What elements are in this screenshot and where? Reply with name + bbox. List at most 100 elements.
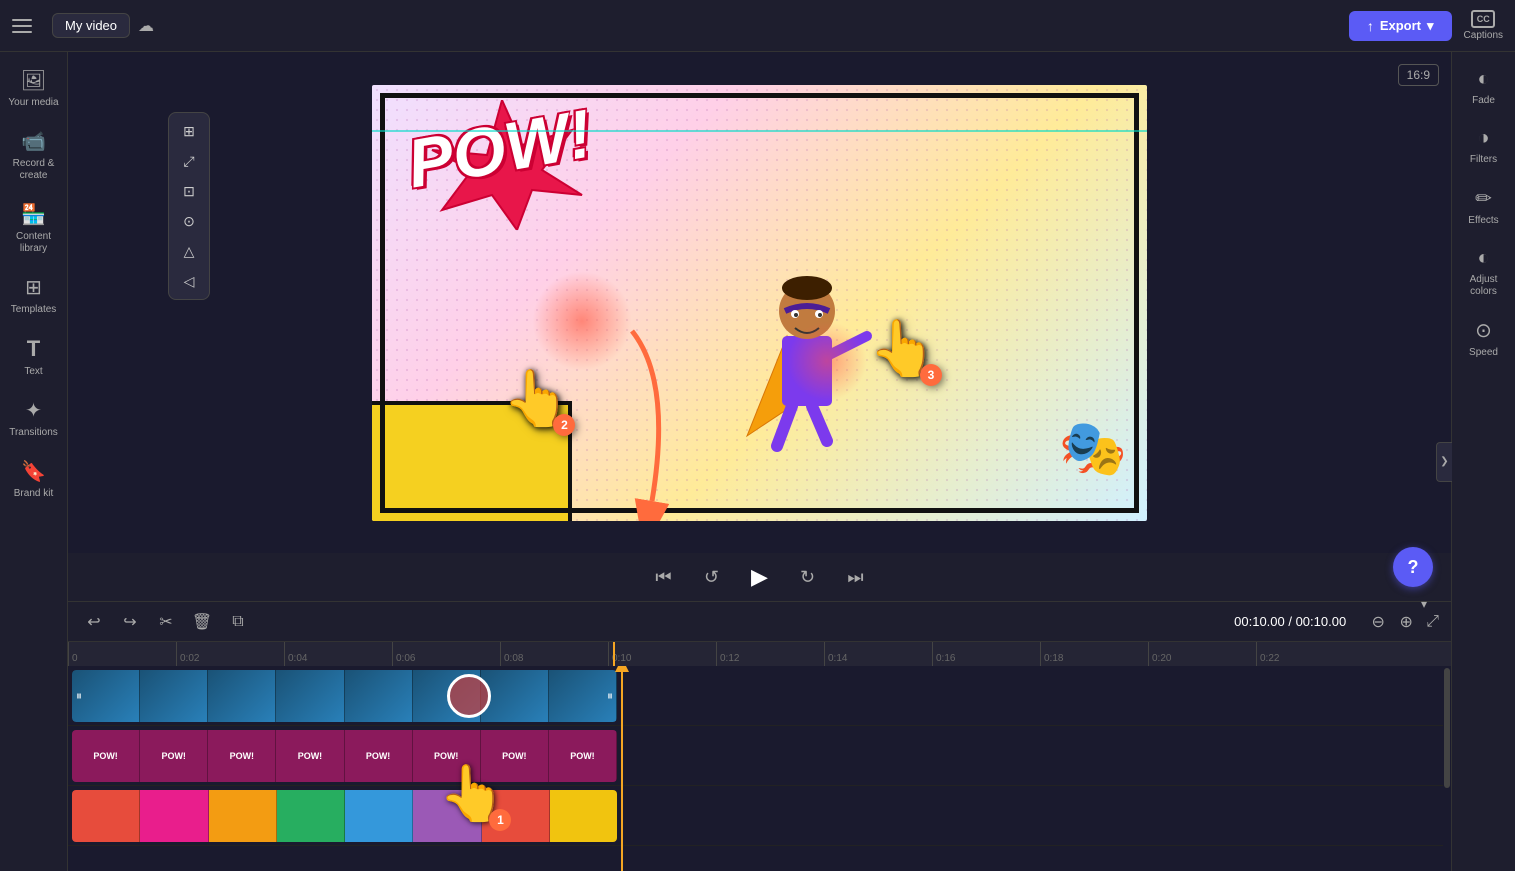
film-cell-1-5	[345, 670, 413, 722]
track-content-1[interactable]: ⏸ ⏸	[72, 670, 617, 722]
track-row-1: ⏸ ⏸	[68, 666, 1451, 726]
preview-area[interactable]: ⊞ ⤢ ⊡ ⊙ △ ◁ POW!	[68, 52, 1451, 553]
brand-kit-icon: 🔖	[21, 459, 46, 484]
ruler-mark-22: 0:22	[1256, 642, 1364, 666]
fade-label: Fade	[1472, 95, 1495, 107]
filters-label: Filters	[1470, 154, 1497, 166]
glow-circle-2	[787, 321, 867, 401]
filters-icon: ◑	[1477, 127, 1489, 150]
duplicate-button[interactable]: ⧉	[224, 608, 252, 636]
right-item-effects[interactable]: ✏ Effects	[1454, 178, 1514, 235]
ruler-marks: 0 0:02 0:04 0:06 0:08 0:10 0:12 0:14 0:1…	[68, 642, 1451, 666]
your-media-icon: 🖼	[21, 68, 46, 93]
sidebar-item-brand-kit[interactable]: 🔖 Brand kit	[4, 451, 64, 508]
hand-cursor-3: 👆 3	[869, 316, 937, 381]
pow-cell-2: POW!	[140, 730, 208, 782]
float-toolbar: ⊞ ⤢ ⊡ ⊙ △ ◁	[168, 112, 210, 300]
toolbar-btn-resize[interactable]: ⤢	[173, 147, 205, 175]
sidebar-item-text[interactable]: T Text	[4, 328, 64, 386]
help-chevron-icon: ▾	[1421, 597, 1427, 611]
right-item-fade[interactable]: ◐ Fade	[1454, 60, 1514, 115]
effects-icon: ✏	[1475, 186, 1492, 211]
expand-timeline-button[interactable]: ⤢	[1426, 610, 1439, 634]
color-cell-4	[277, 790, 345, 842]
undo-button[interactable]: ↩	[80, 608, 108, 636]
right-item-adjust-colors[interactable]: ◐ Adjust colors	[1454, 239, 1514, 306]
timeline-scrollbar-thumb[interactable]	[1444, 668, 1450, 788]
right-panel-collapse-button[interactable]: ❯	[1436, 442, 1452, 482]
pow-cell-4: POW!	[276, 730, 344, 782]
play-button[interactable]: ▶	[744, 561, 776, 593]
redo-button[interactable]: ↪	[116, 608, 144, 636]
toolbar-btn-grid[interactable]: ⊞	[173, 117, 205, 145]
track-1-pause-end-icon: ⏸	[607, 689, 613, 704]
ruler-mark-10: 0:10	[608, 642, 716, 666]
pow-cell-7: POW!	[481, 730, 549, 782]
captions-button[interactable]: CC Captions	[1464, 10, 1503, 41]
cloud-save-icon[interactable]: ☁	[138, 16, 154, 36]
sidebar-label-brand-kit: Brand kit	[14, 488, 53, 500]
toolbar-btn-rotate[interactable]: ⊙	[173, 207, 205, 235]
forward-5s-button[interactable]: ↻	[792, 561, 824, 593]
menu-button[interactable]	[12, 12, 40, 40]
skip-to-start-button[interactable]: ⏮	[648, 561, 680, 593]
track-1-marker	[447, 674, 491, 718]
adjust-colors-icon: ◐	[1477, 247, 1489, 270]
sidebar-label-content-library: Content library	[8, 231, 60, 255]
teal-guide-line	[372, 130, 1147, 132]
sidebar-item-record[interactable]: 📹 Record & create	[4, 121, 64, 190]
zoom-in-button[interactable]: ⊕	[1394, 610, 1418, 634]
pow-starburst: POW!	[387, 100, 617, 230]
cc-icon: CC	[1471, 10, 1495, 28]
pow-cell-1: POW!	[72, 730, 140, 782]
aspect-ratio-badge[interactable]: 16:9	[1398, 64, 1439, 86]
transitions-icon: ✦	[25, 398, 42, 423]
main-content: 🖼 Your media 📹 Record & create 🏪 Content…	[0, 52, 1515, 871]
back-5s-button[interactable]: ↺	[696, 561, 728, 593]
timeline-toolbar: ↩ ↪ ✂ 🗑 ⧉ 00:10.00 / 00:10.00 ⊖ ⊕ ⤢	[68, 602, 1451, 642]
sidebar-label-templates: Templates	[11, 304, 57, 316]
topbar: My video ☁ ↑ Export ▾ CC Captions	[0, 0, 1515, 52]
ruler-mark-8: 0:08	[500, 642, 608, 666]
track-content-2[interactable]: POW! POW! POW! POW!	[72, 730, 617, 782]
toolbar-btn-triangle[interactable]: △	[173, 237, 205, 265]
record-icon: 📹	[21, 129, 46, 154]
export-chevron-icon: ▾	[1427, 18, 1434, 34]
color-cell-7	[482, 790, 550, 842]
color-cell-3	[209, 790, 277, 842]
cut-button[interactable]: ✂	[152, 608, 180, 636]
cursor-badge-3: 3	[920, 364, 942, 386]
export-button[interactable]: ↑ Export ▾	[1349, 11, 1452, 41]
sidebar-item-templates[interactable]: ⊞ Templates	[4, 267, 64, 324]
tracks-container: ⏸ ⏸ POW! POW!	[68, 666, 1451, 871]
skip-to-end-button[interactable]: ⏭	[840, 561, 872, 593]
timeline-ruler: 0 0:02 0:04 0:06 0:08 0:10 0:12 0:14 0:1…	[68, 642, 1451, 666]
color-cell-6	[413, 790, 481, 842]
film-cell-1-2	[140, 670, 208, 722]
speed-label: Speed	[1469, 347, 1498, 359]
ruler-mark-14: 0:14	[824, 642, 932, 666]
sidebar-item-transitions[interactable]: ✦ Transitions	[4, 390, 64, 447]
delete-button[interactable]: 🗑	[188, 608, 216, 636]
toolbar-btn-flip[interactable]: ◁	[173, 267, 205, 295]
left-sidebar: 🖼 Your media 📹 Record & create 🏪 Content…	[0, 52, 68, 871]
timeline-scrollbar	[1443, 666, 1451, 871]
sidebar-label-your-media: Your media	[8, 97, 58, 109]
sidebar-item-content-library[interactable]: 🏪 Content library	[4, 194, 64, 263]
right-item-speed[interactable]: ⊙ Speed	[1454, 310, 1514, 367]
track-content-3[interactable]	[72, 790, 617, 842]
timeline-time-display: 00:10.00 / 00:10.00	[1234, 614, 1346, 629]
film-strip-3	[72, 790, 617, 842]
sidebar-item-your-media[interactable]: 🖼 Your media	[4, 60, 64, 117]
preview-canvas: POW!	[372, 85, 1147, 521]
help-button[interactable]: ?	[1393, 547, 1433, 587]
color-cell-8	[550, 790, 617, 842]
zoom-out-button[interactable]: ⊖	[1366, 610, 1390, 634]
center-area: ⊞ ⤢ ⊡ ⊙ △ ◁ POW!	[68, 52, 1451, 871]
right-sidebar: ◐ Fade ◑ Filters ✏ Effects ◐ Adjust colo…	[1451, 52, 1515, 871]
ruler-mark-20: 0:20	[1148, 642, 1256, 666]
toolbar-btn-crop[interactable]: ⊡	[173, 177, 205, 205]
project-title[interactable]: My video	[52, 13, 130, 38]
effects-label: Effects	[1468, 215, 1498, 227]
right-item-filters[interactable]: ◑ Filters	[1454, 119, 1514, 174]
